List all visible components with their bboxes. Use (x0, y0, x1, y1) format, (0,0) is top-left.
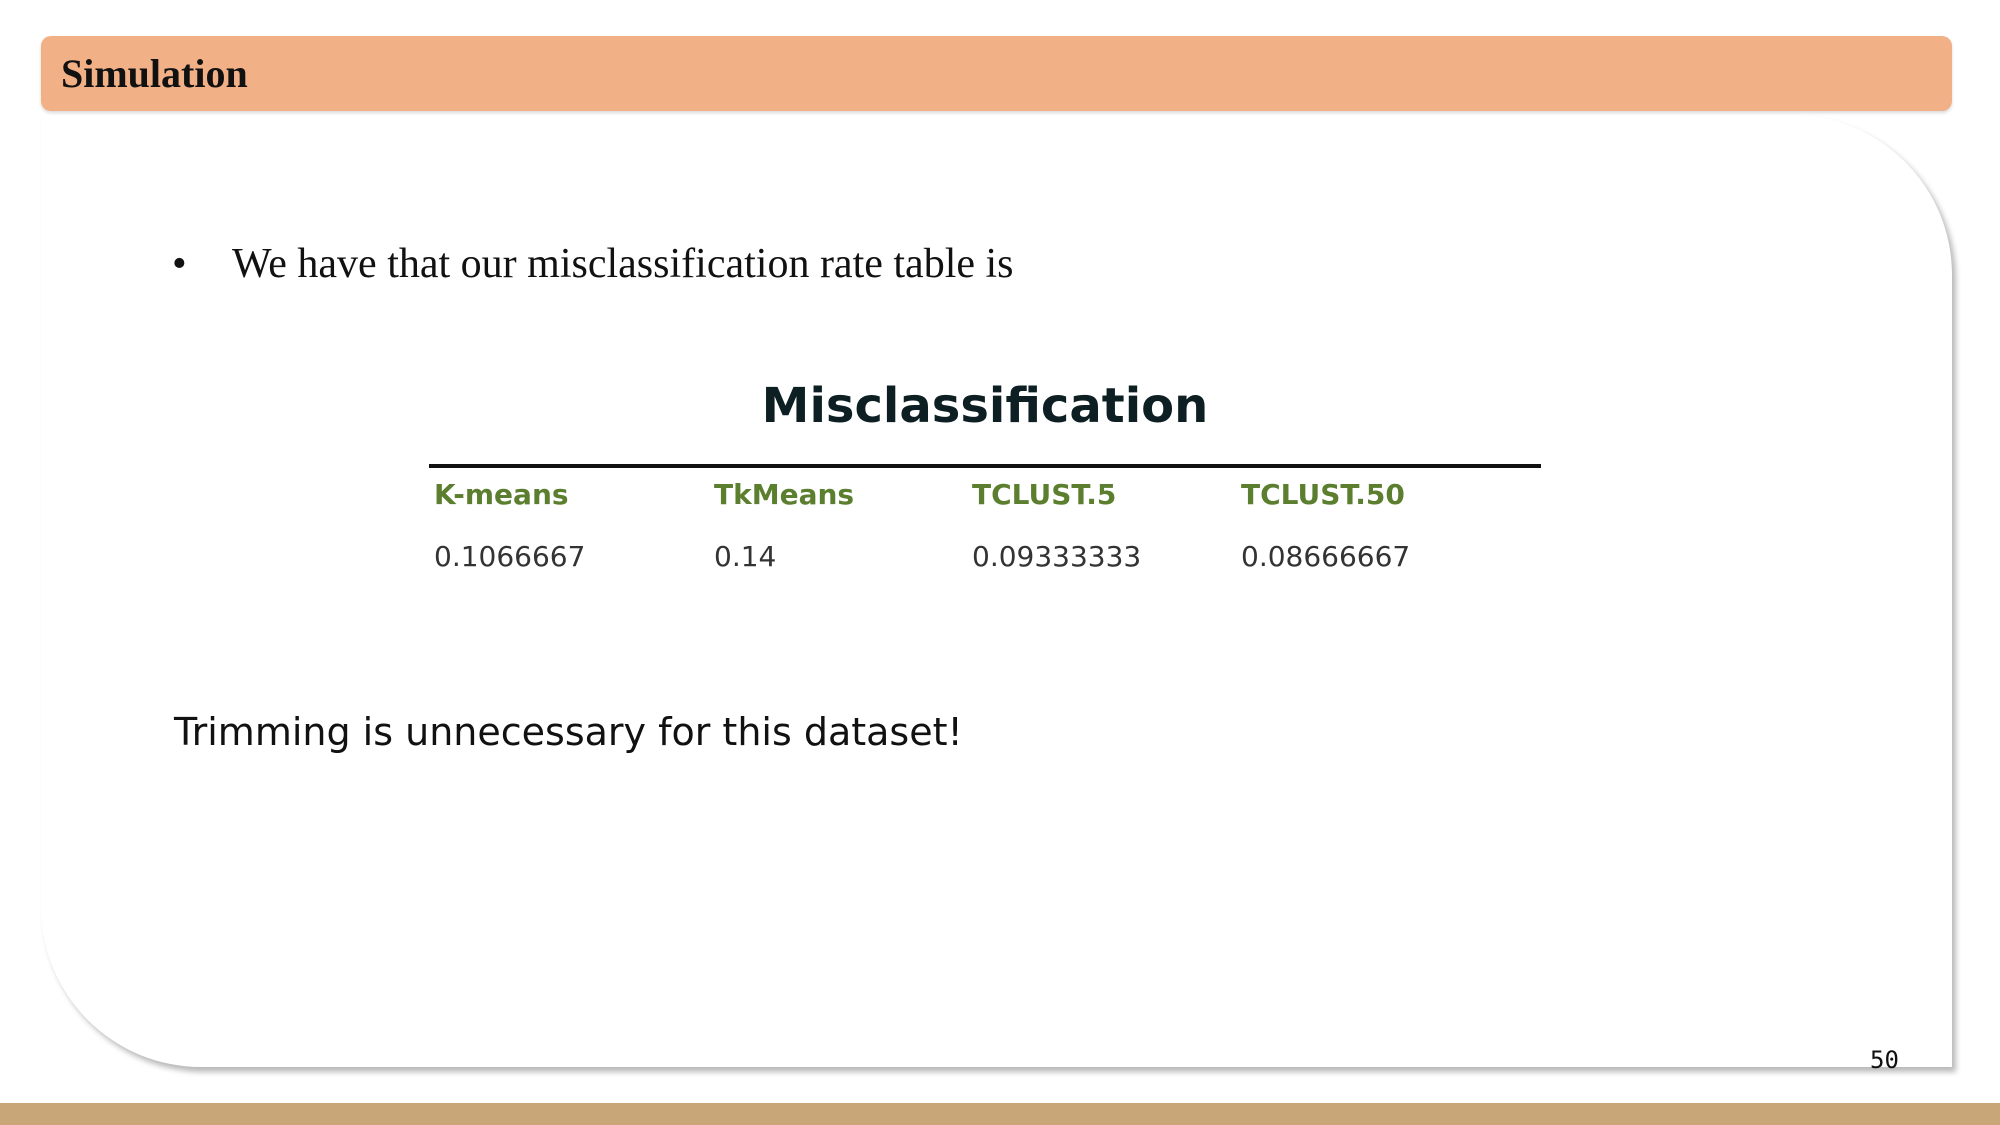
page-number: 50 (1870, 1046, 1899, 1074)
bullet-item: • We have that our misclassification rate… (172, 240, 1014, 288)
conclusion-text: Trimming is unnecessary for this dataset… (174, 710, 963, 754)
bullet-icon: • (172, 241, 187, 287)
table-cell: 0.14 (714, 540, 777, 573)
bottom-bar (0, 1103, 2000, 1125)
column-header-kmeans: K-means (434, 478, 569, 511)
slide-title-bar: Simulation (41, 36, 1952, 111)
slide-title: Simulation (61, 51, 248, 96)
table-cell: 0.09333333 (972, 540, 1142, 573)
column-header-tclust5: TCLUST.5 (972, 478, 1117, 511)
column-header-tclust50: TCLUST.50 (1241, 478, 1405, 511)
table-title: Misclassification (761, 378, 1209, 434)
column-header-tkmeans: TkMeans (714, 478, 855, 511)
table-cell: 0.1066667 (434, 540, 586, 573)
bullet-text: We have that our misclassification rate … (232, 241, 1014, 287)
table-top-rule (429, 464, 1541, 468)
table-cell: 0.08666667 (1241, 540, 1411, 573)
